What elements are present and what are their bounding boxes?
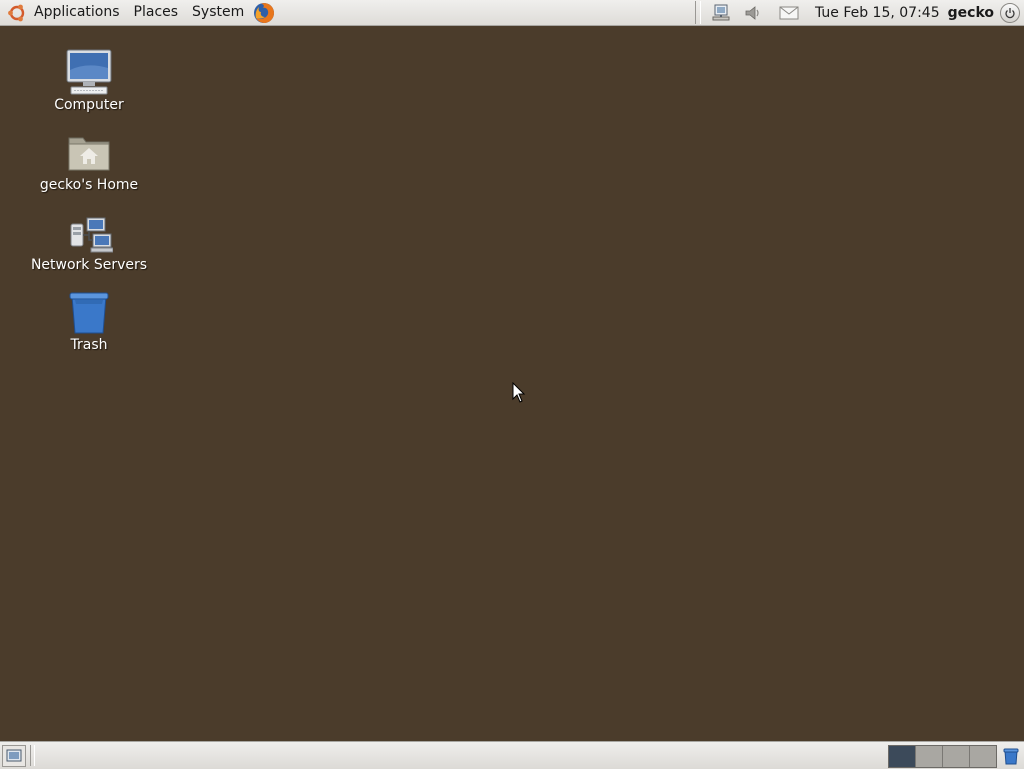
clock[interactable]: Tue Feb 15, 07:45: [815, 5, 940, 21]
show-desktop-icon[interactable]: [2, 745, 26, 767]
panel-separator: [694, 1, 701, 24]
desktop-icon-label: Trash: [70, 337, 108, 353]
desktop-icon-label: gecko's Home: [39, 177, 139, 193]
trash-icon: [65, 288, 113, 336]
desktop-icon-computer[interactable]: Computer: [29, 48, 149, 113]
trash-icon[interactable]: [1000, 745, 1021, 766]
workspace-1[interactable]: [889, 746, 916, 767]
applications-menu[interactable]: Applications: [27, 0, 127, 25]
bottom-panel: [0, 741, 1024, 769]
power-icon[interactable]: [1000, 2, 1020, 23]
desktop-icon-label: Network Servers: [30, 257, 148, 273]
firefox-icon[interactable]: [253, 2, 275, 24]
network-servers-icon: [65, 208, 114, 256]
places-menu[interactable]: Places: [127, 0, 186, 25]
volume-icon[interactable]: [743, 3, 763, 23]
ubuntu-logo-icon[interactable]: [7, 3, 27, 23]
desktop-icon-trash[interactable]: Trash: [29, 288, 149, 353]
system-menu[interactable]: System: [185, 0, 251, 25]
workspace-2[interactable]: [916, 746, 943, 767]
workspace-4[interactable]: [970, 746, 996, 767]
computer-icon: [65, 48, 113, 96]
mail-icon[interactable]: [779, 3, 799, 23]
desktop-icon-network-servers[interactable]: Network Servers: [29, 208, 149, 273]
desktop-icon-label: Computer: [54, 97, 124, 113]
panel-handle[interactable]: [30, 745, 35, 766]
home-folder-icon: [65, 128, 113, 176]
desktop-icon-home[interactable]: gecko's Home: [29, 128, 149, 193]
mouse-cursor-icon: [512, 381, 526, 404]
user-name[interactable]: gecko: [948, 5, 994, 21]
workspace-3[interactable]: [943, 746, 970, 767]
network-icon[interactable]: [711, 3, 731, 23]
top-panel: Applications Places System Tue Feb 15, 0…: [0, 0, 1024, 26]
system-tray: Tue Feb 15, 07:45 gecko: [694, 0, 1024, 25]
workspace-switcher: [888, 745, 997, 768]
